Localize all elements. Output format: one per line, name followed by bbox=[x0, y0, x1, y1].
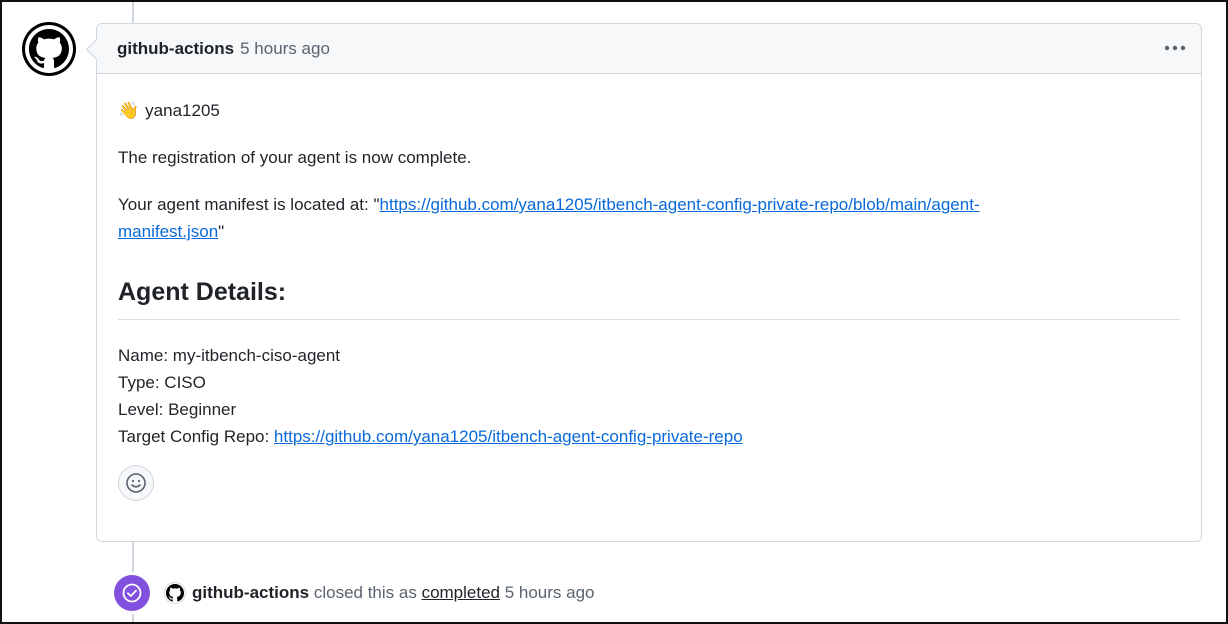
agent-type: Type: CISO bbox=[118, 373, 206, 392]
manifest-paragraph: Your agent manifest is located at: "http… bbox=[118, 191, 1180, 245]
event-action: closed this as bbox=[309, 583, 422, 602]
manifest-prefix: Your agent manifest is located at: " bbox=[118, 195, 380, 214]
comment-author[interactable]: github-actions bbox=[117, 39, 234, 59]
smiley-icon bbox=[126, 473, 146, 493]
comment-body: 👋 yana1205 The registration of your agen… bbox=[97, 74, 1201, 501]
kebab-horizontal-icon[interactable] bbox=[1161, 36, 1189, 60]
timeline-line-top bbox=[132, 2, 134, 24]
github-logo-icon bbox=[25, 25, 73, 73]
target-config-link[interactable]: https://github.com/yana1205/itbench-agen… bbox=[274, 427, 743, 446]
agent-name: Name: my-itbench-ciso-agent bbox=[118, 346, 341, 365]
event-text: github-actions closed this as completed … bbox=[192, 583, 595, 603]
check-circle-icon bbox=[114, 575, 150, 611]
add-reaction-button[interactable] bbox=[118, 465, 154, 501]
github-logo-icon[interactable] bbox=[164, 582, 186, 604]
agent-details-list: Name: my-itbench-ciso-agent Type: CISO L… bbox=[118, 342, 1180, 423]
greeting-user: yana1205 bbox=[145, 100, 220, 120]
comment-timestamp[interactable]: 5 hours ago bbox=[240, 39, 330, 59]
registration-text: The registration of your agent is now co… bbox=[118, 148, 472, 167]
agent-level: Level: Beginner bbox=[118, 400, 237, 419]
event-timestamp[interactable]: 5 hours ago bbox=[500, 583, 595, 602]
manifest-link-line1[interactable]: https://github.com/yana1205/itbench-agen… bbox=[380, 195, 980, 214]
comment-header: github-actions 5 hours ago bbox=[97, 24, 1201, 74]
wave-emoji-icon: 👋 bbox=[118, 100, 140, 120]
target-label: Target Config Repo: bbox=[118, 427, 274, 446]
target-config-repo: Target Config Repo: https://github.com/y… bbox=[118, 423, 1180, 450]
manifest-suffix: " bbox=[218, 222, 225, 241]
page-frame: github-actions 5 hours ago 👋 yana1205 Th… bbox=[0, 0, 1228, 624]
manifest-link-line2[interactable]: manifest.json bbox=[118, 222, 218, 241]
event-author[interactable]: github-actions bbox=[192, 583, 309, 602]
completed-link[interactable]: completed bbox=[422, 583, 500, 602]
timeline-event-closed: github-actions closed this as completed … bbox=[114, 575, 595, 611]
avatar[interactable] bbox=[22, 22, 76, 76]
comment-box: github-actions 5 hours ago 👋 yana1205 Th… bbox=[96, 23, 1202, 542]
greeting: 👋 yana1205 bbox=[118, 96, 1180, 124]
agent-details-heading: Agent Details: bbox=[118, 275, 1180, 320]
